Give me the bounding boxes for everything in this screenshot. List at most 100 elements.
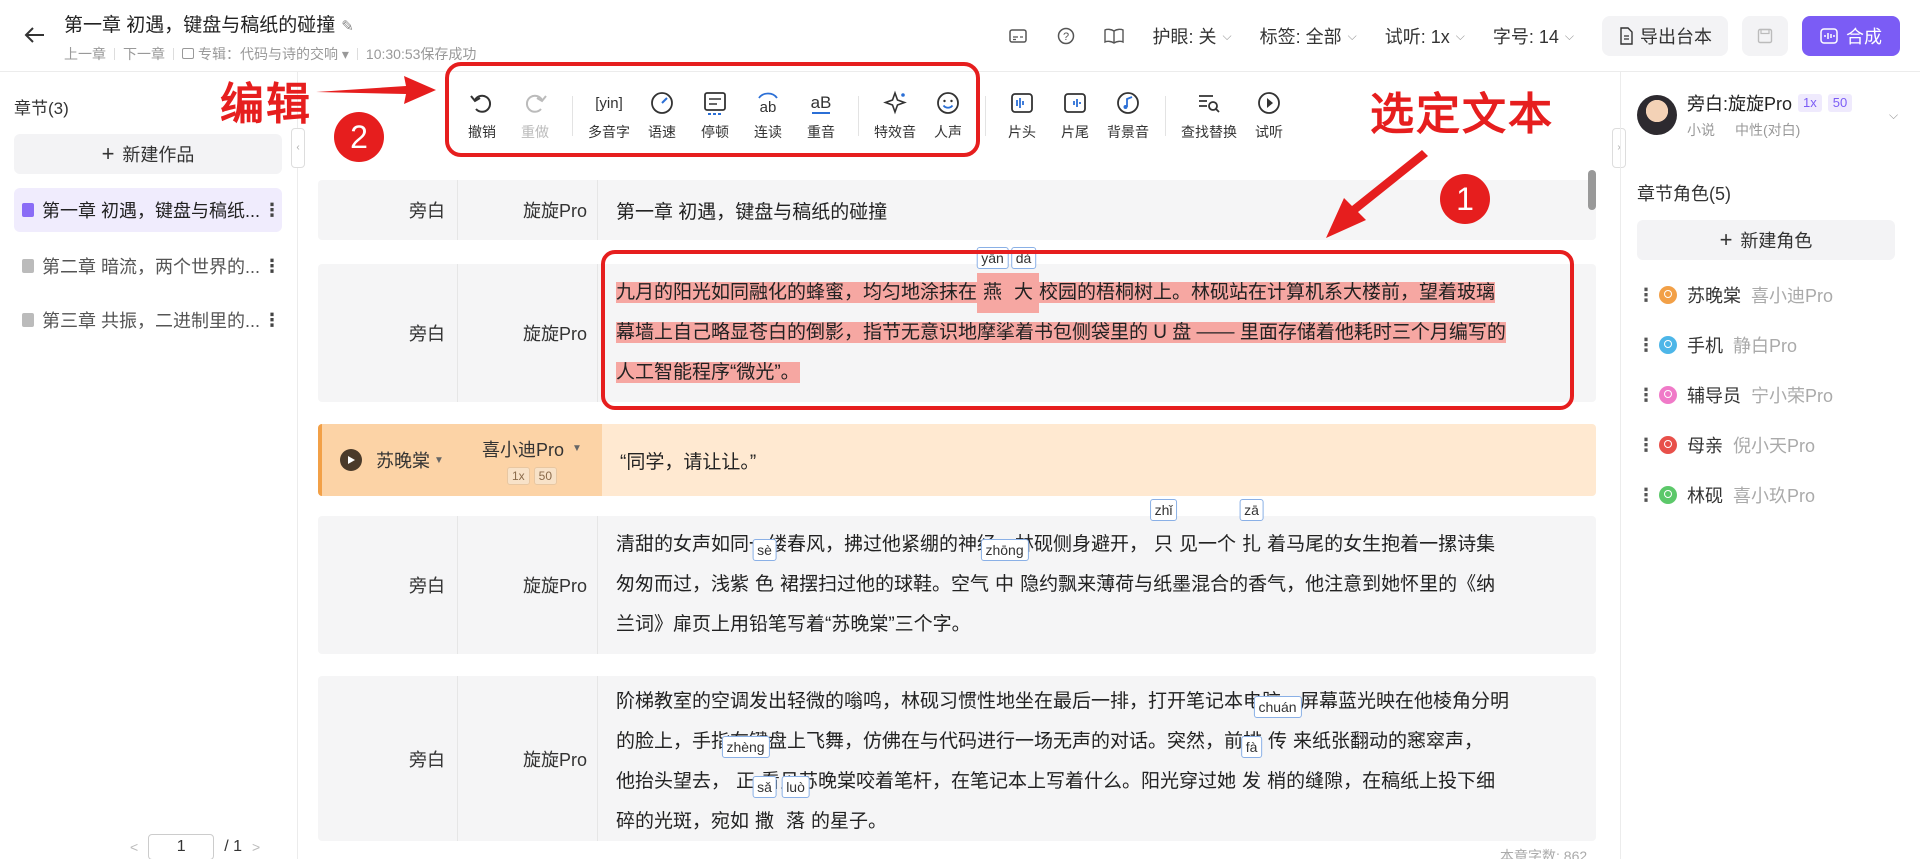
role-cell[interactable]: 苏晚棠 ▼ — [322, 424, 462, 496]
more-options-icon[interactable]: ⋮ — [262, 256, 282, 277]
script-row-dialogue[interactable]: 苏晚棠 ▼ 喜小迪Pro ▼ 1x 50 “同学，请让让。” — [318, 424, 1596, 496]
select-text-annotation-label: 选定文本 — [1370, 89, 1554, 140]
pinyin-tag[interactable]: sè — [752, 539, 777, 561]
eye-protection-dropdown[interactable]: 护眼: 关 ⌵ — [1152, 23, 1231, 49]
chevron-down-icon[interactable]: ⌵ — [1889, 108, 1898, 123]
voice-cell[interactable]: 喜小迪Pro ▼ 1x 50 — [462, 424, 602, 496]
next-chapter-link[interactable]: 下一章 — [123, 44, 165, 64]
pinyin-tag[interactable]: zhèng — [721, 736, 770, 758]
pinyin-tag[interactable]: luò — [781, 776, 810, 798]
female-icon — [1659, 336, 1677, 354]
chapter-item-3[interactable]: 第三章 共振，二进制里的... ⋮ — [14, 298, 282, 342]
tag-filter-dropdown[interactable]: 标签: 全部 ⌵ — [1260, 23, 1357, 49]
current-speaker[interactable]: 旁白:旋旋Pro 1x 50 小说 中性(对白) — [1637, 90, 1853, 140]
outro-label: 片尾 — [1061, 124, 1089, 140]
text-cell[interactable]: 阶梯教室的空调发出轻微的嗡鸣，林砚习惯性地坐在最后一排，打开笔记本电脑。屏幕蓝光… — [598, 676, 1596, 842]
drag-handle-icon[interactable]: ⋮ — [1637, 485, 1655, 506]
find-replace-button[interactable]: 查找替换 — [1176, 84, 1242, 142]
paragraph-text[interactable]: 清甜的女声如同一缕春风，拂过他紧绷的神经。林砚侧身避开， zhǐ 只见一个 zā 扎着马… — [616, 499, 1496, 645]
new-work-button[interactable]: + 新建作品 — [14, 134, 282, 174]
voice-cell[interactable]: 旋旋Pro — [458, 676, 598, 841]
toolbar-divider — [985, 96, 986, 136]
pinyin-tag[interactable]: fà — [1240, 736, 1263, 758]
drag-handle-icon[interactable]: ⋮ — [1637, 285, 1655, 306]
role-item[interactable]: ⋮ 辅导员 宁小荣Pro — [1637, 380, 1833, 410]
text-cell[interactable]: “同学，请让让。” — [602, 424, 1596, 496]
role-name: 苏晚棠 — [1687, 286, 1741, 306]
chapter-item-2[interactable]: 第二章 暗流，两个世界的... ⋮ — [14, 244, 282, 288]
more-options-icon[interactable]: ⋮ — [262, 200, 282, 221]
pinyin-tag[interactable]: sǎ — [752, 776, 777, 798]
synthesize-button[interactable]: 合成 — [1802, 16, 1900, 56]
chapter-nav: 上一章 下一章 专辑：代码与诗的交响 ▾ 10:30:53保存成功 — [64, 44, 476, 64]
chapter-label: 第一章 初遇，键盘与稿纸... — [42, 201, 261, 221]
role-item[interactable]: ⋮ 林砚 喜小玖Pro — [1637, 480, 1815, 510]
drag-handle-icon[interactable]: ⋮ — [1637, 435, 1655, 456]
next-page-icon[interactable]: > — [252, 839, 260, 855]
album-selector[interactable]: 专辑：代码与诗的交响 ▾ — [182, 44, 349, 64]
intro-icon — [1007, 88, 1037, 118]
prev-page-icon[interactable]: < — [130, 839, 138, 855]
pinyin-tag[interactable]: zā — [1239, 499, 1264, 521]
export-script-button[interactable]: 导出台本 — [1602, 16, 1728, 56]
prev-chapter-link[interactable]: 上一章 — [64, 44, 106, 64]
polyphone-char[interactable]: fà 发 — [1236, 736, 1267, 802]
role-item[interactable]: ⋮ 母亲 倪小天Pro — [1637, 430, 1815, 460]
page-input[interactable]: 1 — [148, 834, 215, 859]
role-cell[interactable]: 旁白 — [318, 516, 458, 654]
role-item[interactable]: ⋮ 苏晚棠 喜小迪Pro — [1637, 280, 1833, 310]
tag-filter-label: 标签: 全部 — [1259, 27, 1342, 47]
role-name: 林砚 — [1687, 486, 1723, 506]
polyphone-char[interactable]: luò 落 — [780, 776, 811, 842]
preview-button[interactable]: 试听 — [1243, 84, 1295, 142]
save-button[interactable] — [1742, 16, 1788, 56]
back-arrow-icon[interactable] — [24, 24, 52, 48]
edit-title-icon[interactable]: ✎ — [341, 17, 354, 35]
drag-handle-icon[interactable]: ⋮ — [1637, 385, 1655, 406]
script-row[interactable]: 旁白 旋旋Pro 阶梯教室的空调发出轻微的嗡鸣，林砚习惯性地坐在最后一排，打开笔… — [318, 676, 1596, 841]
text-cell[interactable]: 清甜的女声如同一缕春风，拂过他紧绷的神经。林砚侧身避开， zhǐ 只见一个 zā 扎着马… — [598, 499, 1596, 654]
polyphone-char[interactable]: sǎ 撒 — [749, 776, 780, 842]
polyphone-char[interactable]: chuán 传 — [1253, 696, 1302, 762]
new-role-button[interactable]: + 新建角色 — [1637, 220, 1895, 260]
drag-handle-icon[interactable]: ⋮ — [1637, 335, 1655, 356]
voice-cell[interactable]: 旋旋Pro — [458, 180, 598, 240]
paragraph-text[interactable]: 阶梯教室的空调发出轻微的嗡鸣，林砚习惯性地坐在最后一排，打开笔记本电脑。屏幕蓝光… — [616, 682, 1509, 842]
plus-icon: + — [101, 141, 115, 166]
intro-button[interactable]: 片头 — [996, 84, 1048, 142]
font-size-dropdown[interactable]: 字号: 14 ⌵ — [1493, 23, 1574, 49]
speaker-style: 中性(对白) — [1735, 122, 1801, 138]
more-options-icon[interactable]: ⋮ — [262, 310, 282, 331]
pinyin-tag[interactable]: zhōng — [980, 539, 1029, 561]
role-cell[interactable]: 旁白 — [318, 676, 458, 841]
polyphone-char[interactable]: sè 色 — [749, 539, 780, 605]
book-icon[interactable] — [1103, 25, 1125, 47]
role-cell[interactable]: 旁白 — [318, 180, 458, 240]
listen-speed-label: 试听: 1x — [1384, 27, 1450, 47]
polyphone-char[interactable]: zā 扎 — [1236, 499, 1267, 565]
text-span: 着马尾的女生抱着一摞诗集 — [1267, 534, 1496, 555]
chapter-item-1[interactable]: 第一章 初遇，键盘与稿纸... ⋮ — [14, 188, 282, 232]
role-item[interactable]: ⋮ 手机 静白Pro — [1637, 330, 1797, 360]
divider — [173, 48, 174, 60]
help-icon[interactable]: ? — [1055, 25, 1077, 47]
voice-cell[interactable]: 旋旋Pro — [458, 264, 598, 402]
avatar — [1637, 95, 1677, 135]
polyphone-char[interactable]: zhǐ 只 — [1148, 499, 1179, 565]
pinyin-tag[interactable]: chuán — [1253, 696, 1302, 718]
chevron-down-icon: ⌵ — [1564, 28, 1574, 43]
outro-button[interactable]: 片尾 — [1049, 84, 1101, 142]
collapse-left-handle[interactable]: ‹ — [291, 128, 305, 168]
script-row[interactable]: 旁白 旋旋Pro 清甜的女声如同一缕春风，拂过他紧绷的神经。林砚侧身避开， zhǐ… — [318, 499, 1596, 654]
subtitle-icon[interactable] — [1007, 25, 1029, 47]
polyphone-char[interactable]: zhōng 中 — [980, 539, 1029, 605]
voice-cell[interactable]: 旋旋Pro — [458, 516, 598, 654]
play-icon[interactable] — [340, 449, 363, 471]
background-music-button[interactable]: 背景音 — [1102, 84, 1154, 142]
female-icon — [1659, 386, 1677, 404]
listen-speed-dropdown[interactable]: 试听: 1x ⌵ — [1385, 23, 1465, 49]
pinyin-tag[interactable]: zhǐ — [1149, 499, 1178, 521]
line-text: 第一章 初遇，键盘与稿纸的碰撞 — [616, 201, 888, 223]
role-cell[interactable]: 旁白 — [318, 264, 458, 402]
scrollbar-thumb[interactable] — [1588, 170, 1596, 210]
